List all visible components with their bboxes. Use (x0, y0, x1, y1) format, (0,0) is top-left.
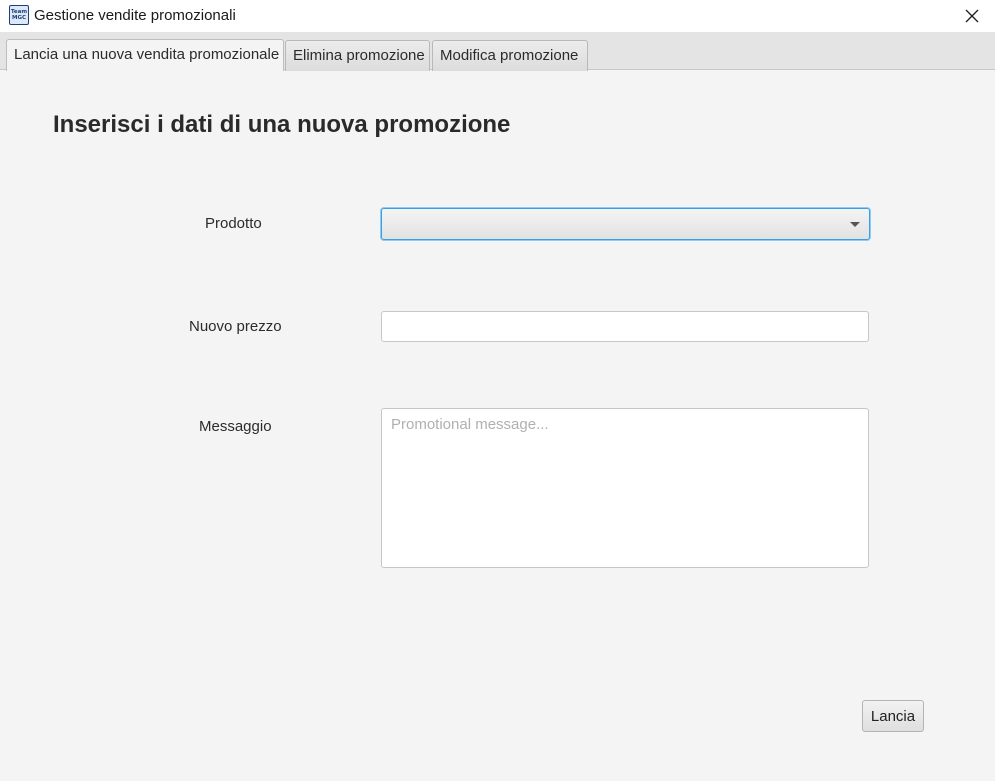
close-icon (965, 9, 979, 23)
tab-strip: Lancia una nuova vendita promozionale El… (0, 32, 995, 71)
product-label: Prodotto (205, 215, 262, 232)
message-label: Messaggio (199, 418, 272, 435)
chevron-down-icon (850, 222, 860, 227)
page-title: Inserisci i dati di una nuova promozione (53, 111, 511, 138)
title-bar: Team MGC Gestione vendite promozionali (0, 0, 995, 32)
tab-edit-promotion[interactable]: Modifica promozione (432, 40, 588, 71)
message-textarea[interactable] (381, 408, 869, 568)
new-price-input[interactable] (381, 311, 869, 342)
app-logo-icon: Team MGC (9, 5, 29, 25)
launch-button[interactable]: Lancia (862, 700, 924, 732)
new-price-label: Nuovo prezzo (189, 318, 282, 335)
close-window-button[interactable] (949, 0, 995, 32)
window-title: Gestione vendite promozionali (34, 7, 236, 24)
app-logo-text-bottom: MGC (11, 15, 27, 21)
product-select[interactable] (381, 208, 870, 240)
tab-new-promotion[interactable]: Lancia una nuova vendita promozionale (6, 39, 284, 71)
tab-delete-promotion[interactable]: Elimina promozione (285, 40, 430, 71)
